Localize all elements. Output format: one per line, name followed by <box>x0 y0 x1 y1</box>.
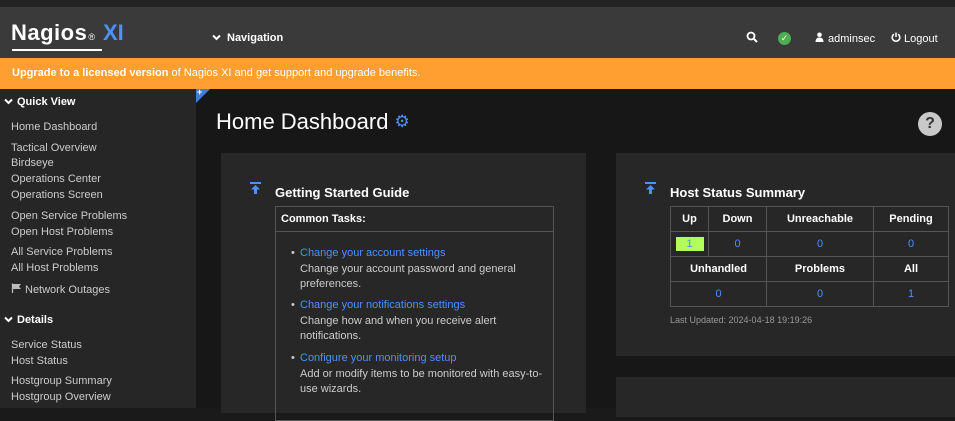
account-settings-link[interactable]: Change your account settings <box>300 247 446 259</box>
cell-up: 1 <box>670 231 709 257</box>
bullet: • <box>291 299 295 311</box>
sidebar-item-birdseye[interactable]: Birdseye <box>11 157 54 169</box>
unreachable-count-link[interactable]: 0 <box>817 238 823 250</box>
unhandled-count-link[interactable]: 0 <box>715 288 721 300</box>
header-pending: Pending <box>873 206 949 232</box>
monitoring-setup-link[interactable]: Configure your monitoring setup <box>300 352 457 364</box>
logout-button[interactable]: Logout <box>891 32 938 45</box>
gear-icon[interactable]: ⚙ <box>394 112 409 132</box>
table-row: 1 0 0 0 <box>670 231 949 257</box>
sidebar-item-network-outages[interactable]: Network Outages <box>11 283 110 296</box>
sidebar-item-tactical-overview[interactable]: Tactical Overview <box>11 142 97 154</box>
header-problems: Problems <box>766 256 874 282</box>
cell-pending: 0 <box>873 231 949 257</box>
header-unreachable: Unreachable <box>766 206 874 232</box>
sidebar-section-label: Details <box>17 314 54 326</box>
common-tasks-box: Common Tasks: • Change your account sett… <box>275 206 554 421</box>
dashlet-title: Getting Started Guide <box>275 185 410 200</box>
navigation-label: Navigation <box>227 32 284 44</box>
chevron-down-icon <box>4 96 13 108</box>
notifications-settings-link[interactable]: Change your notifications settings <box>300 299 465 311</box>
chevron-down-icon <box>4 314 13 326</box>
task-description: Change your account password and general… <box>300 262 516 291</box>
bullet: • <box>291 247 295 259</box>
list-item: • Change your notifications settings Cha… <box>291 298 550 345</box>
search-icon <box>746 31 758 46</box>
list-item: • Change your account settings Change yo… <box>291 246 550 293</box>
cell-problems: 0 <box>766 281 874 307</box>
chevron-down-icon <box>212 32 221 44</box>
search-button[interactable] <box>746 31 758 46</box>
up-count-highlight: 1 <box>675 237 704 251</box>
sidebar-item-all-host-problems[interactable]: All Host Problems <box>11 262 98 274</box>
logout-label: Logout <box>904 32 938 45</box>
getting-started-dashlet: Getting Started Guide Common Tasks: • Ch… <box>221 153 586 421</box>
logo-brand: Nagios <box>11 20 88 45</box>
sidebar-item-open-service-problems[interactable]: Open Service Problems <box>11 210 127 222</box>
logo-registered: ® <box>88 32 95 42</box>
power-icon <box>891 32 901 45</box>
cell-all: 1 <box>873 281 949 307</box>
sidebar-item-operations-screen[interactable]: Operations Screen <box>11 189 103 201</box>
list-item: • Configure your monitoring setup Add or… <box>291 351 550 398</box>
table-row: 0 0 1 <box>670 281 949 307</box>
task-description: Change how and when you receive alert no… <box>300 314 497 343</box>
status-ok-icon[interactable]: ✓ <box>778 32 791 45</box>
sidebar-item-hostgroup-overview[interactable]: Hostgroup Overview <box>11 391 111 403</box>
sidebar: Quick View Home Dashboard Tactical Overv… <box>0 89 196 408</box>
upgrade-link[interactable]: Upgrade to a licensed version <box>12 67 169 79</box>
cell-down: 0 <box>708 231 767 257</box>
host-status-summary-dashlet: Host Status Summary Up Down Unreachable … <box>616 153 955 356</box>
user-menu[interactable]: adminsec <box>815 32 875 45</box>
help-button[interactable]: ? <box>918 112 942 136</box>
dashlet-title: Host Status Summary <box>670 185 806 200</box>
all-count-link[interactable]: 1 <box>908 288 914 300</box>
up-count-link[interactable]: 1 <box>686 238 692 250</box>
cell-unreachable: 0 <box>766 231 874 257</box>
host-status-table: Up Down Unreachable Pending 1 0 0 0 Unha… <box>670 206 949 307</box>
pending-count-link[interactable]: 0 <box>908 238 914 250</box>
nagios-xi-logo[interactable]: Nagios ® XI <box>11 20 124 46</box>
page-title-text: Home Dashboard <box>216 109 389 134</box>
header-unhandled: Unhandled <box>670 256 767 282</box>
down-count-link[interactable]: 0 <box>734 238 740 250</box>
sidebar-item-host-status[interactable]: Host Status <box>11 355 68 367</box>
cell-unhandled: 0 <box>670 281 767 307</box>
sidebar-item-home-dashboard[interactable]: Home Dashboard <box>11 121 97 133</box>
sidebar-item-service-status[interactable]: Service Status <box>11 339 82 351</box>
sidebar-item-all-service-problems[interactable]: All Service Problems <box>11 246 112 258</box>
pin-icon[interactable] <box>250 182 261 197</box>
sidebar-item-operations-center[interactable]: Operations Center <box>11 173 101 185</box>
logo-underline <box>12 49 102 51</box>
task-description: Add or modify items to be monitored with… <box>300 367 543 396</box>
page-title: Home Dashboard ⚙ <box>216 109 410 135</box>
last-updated-text: Last Updated: 2024-04-18 19:19:26 <box>670 315 813 325</box>
sidebar-section-quick-view[interactable]: Quick View <box>4 96 76 108</box>
header-up: Up <box>670 206 709 232</box>
flag-icon <box>11 283 22 296</box>
header-all: All <box>873 256 949 282</box>
problems-count-link[interactable]: 0 <box>817 288 823 300</box>
sidebar-item-open-host-problems[interactable]: Open Host Problems <box>11 226 113 238</box>
main-content: + Home Dashboard ⚙ ? Getting Started Gui… <box>196 87 955 421</box>
bullet: • <box>291 352 295 364</box>
header-down: Down <box>708 206 767 232</box>
upgrade-text: of Nagios XI and get support and upgrade… <box>168 67 421 79</box>
upgrade-banner: Upgrade to a licensed version of Nagios … <box>0 58 955 89</box>
username: adminsec <box>828 32 876 45</box>
table-row: Unhandled Problems All <box>670 256 949 282</box>
pin-icon[interactable] <box>645 182 656 197</box>
plus-icon: + <box>197 87 203 97</box>
logo-suffix: XI <box>103 20 124 45</box>
sidebar-section-details[interactable]: Details <box>4 314 53 326</box>
sidebar-item-label: Network Outages <box>25 283 110 296</box>
user-icon <box>815 32 824 45</box>
sidebar-section-label: Quick View <box>17 96 76 108</box>
common-tasks-header: Common Tasks: <box>276 207 553 232</box>
navigation-menu-button[interactable]: Navigation <box>212 32 283 44</box>
top-navbar: Nagios ® XI Navigation ✓ adminsec Logout <box>0 0 955 58</box>
dashlet-partial <box>616 377 955 417</box>
sidebar-item-hostgroup-summary[interactable]: Hostgroup Summary <box>11 375 112 387</box>
table-row: Up Down Unreachable Pending <box>670 206 949 232</box>
